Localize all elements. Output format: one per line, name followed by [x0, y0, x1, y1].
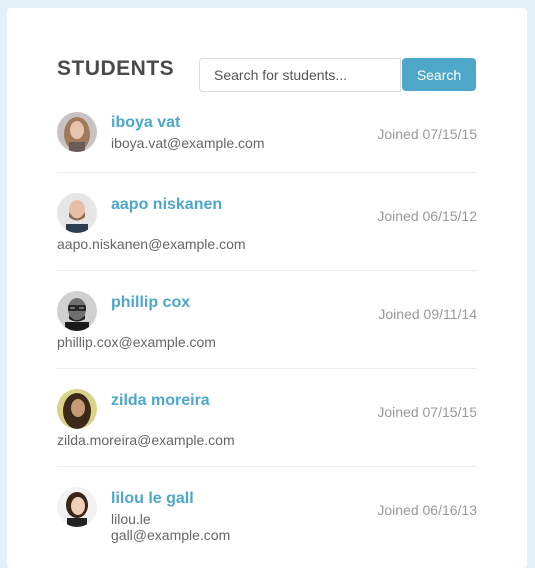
- woman-long-hair-avatar: [57, 112, 97, 152]
- list-item[interactable]: aapo niskanen aapo.niskanen@example.com …: [57, 173, 477, 271]
- man-glasses-avatar: [57, 291, 97, 331]
- search-button[interactable]: Search: [402, 58, 476, 91]
- list-item[interactable]: lilou le gall lilou.le gall@example.com …: [57, 467, 477, 564]
- bearded-man-avatar: [57, 193, 97, 233]
- student-name[interactable]: lilou le gall: [111, 490, 194, 508]
- list-item[interactable]: phillip cox phillip.cox@example.com Join…: [57, 271, 477, 369]
- student-email: lilou.le gall@example.com: [111, 511, 231, 543]
- student-name[interactable]: zilda moreira: [111, 392, 210, 410]
- joined-date: Joined 06/16/13: [377, 502, 477, 518]
- student-name[interactable]: iboya vat: [111, 114, 180, 132]
- list-item[interactable]: iboya vat iboya.vat@example.com Joined 0…: [57, 104, 477, 173]
- joined-date: Joined 07/15/15: [377, 126, 477, 142]
- student-name[interactable]: phillip cox: [111, 294, 190, 312]
- student-email: zilda.moreira@example.com: [57, 432, 235, 448]
- students-header: STUDENTS Search: [57, 58, 477, 92]
- student-email: phillip.cox@example.com: [57, 334, 216, 350]
- woman-smiling-avatar: [57, 487, 97, 527]
- page-title: STUDENTS: [57, 57, 175, 80]
- search-input[interactable]: [199, 58, 401, 92]
- student-name[interactable]: aapo niskanen: [111, 196, 222, 214]
- student-email: aapo.niskanen@example.com: [57, 236, 246, 252]
- joined-date: Joined 07/15/15: [377, 404, 477, 420]
- joined-date: Joined 09/11/14: [378, 306, 477, 322]
- list-item[interactable]: zilda moreira zilda.moreira@example.com …: [57, 369, 477, 467]
- students-card: STUDENTS Search iboya vat iboya.vat@exam…: [7, 8, 527, 568]
- student-email: iboya.vat@example.com: [111, 135, 265, 151]
- woman-dark-hair-avatar: [57, 389, 97, 429]
- joined-date: Joined 06/15/12: [377, 208, 477, 224]
- students-list: iboya vat iboya.vat@example.com Joined 0…: [57, 104, 477, 564]
